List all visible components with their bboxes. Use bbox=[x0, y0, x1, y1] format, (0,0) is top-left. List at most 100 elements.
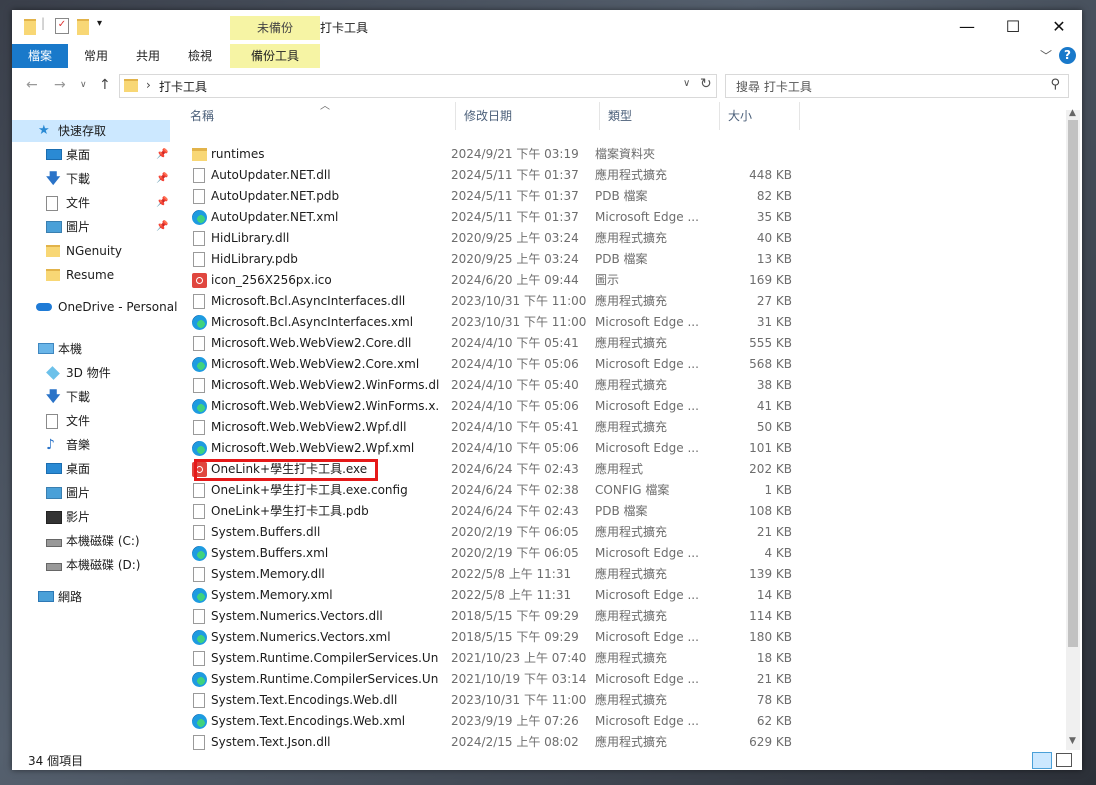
tab-view[interactable]: 檢視 bbox=[176, 44, 224, 68]
minimize-button[interactable]: — bbox=[944, 10, 990, 44]
search-icon[interactable]: ⚲ bbox=[1050, 77, 1060, 92]
file-row[interactable]: Microsoft.Web.WebView2.WinForms.x... 2024… bbox=[182, 396, 1062, 417]
scrollbar-thumb[interactable] bbox=[1068, 120, 1078, 647]
file-row[interactable]: System.Numerics.Vectors.xml 2018/5/15 下午 … bbox=[182, 627, 1062, 648]
file-row[interactable]: icon_256X256px.ico 2024/6/20 上午 09:44 圖示 16… bbox=[182, 270, 1062, 291]
sidebar-item-quick-5[interactable]: Resume bbox=[12, 264, 170, 286]
column-header-name[interactable]: 名稱 ︿ bbox=[182, 102, 456, 130]
sidebar-item-this-pc[interactable]: 本機 bbox=[12, 338, 170, 360]
sidebar-item-pc-8[interactable]: 本機磁碟 (D:) bbox=[12, 554, 170, 576]
scroll-up-icon[interactable]: ▲ bbox=[1069, 108, 1076, 118]
new-folder-icon[interactable] bbox=[77, 19, 89, 35]
file-row[interactable]: System.Numerics.Vectors.dll 2018/5/15 下午 … bbox=[182, 606, 1062, 627]
refresh-icon[interactable]: ↻ bbox=[700, 76, 712, 92]
expand-ribbon-icon[interactable]: ﹀ bbox=[1040, 47, 1052, 64]
file-row[interactable]: HidLibrary.pdb 2020/9/25 上午 03:24 PDB 檔案 13… bbox=[182, 249, 1062, 270]
file-row[interactable]: Microsoft.Web.WebView2.Wpf.dll 2024/4/10 … bbox=[182, 417, 1062, 438]
file-row[interactable]: System.Memory.dll 2022/5/8 上午 11:31 應用程式擴充… bbox=[182, 564, 1062, 585]
file-row[interactable]: System.Text.Encodings.Web.xml 2023/9/19 上… bbox=[182, 711, 1062, 732]
sidebar-item-quick-0[interactable]: 桌面 📌 bbox=[12, 144, 170, 166]
sidebar-item-quick-2[interactable]: 文件 📌 bbox=[12, 192, 170, 214]
sidebar-item-onedrive[interactable]: OneDrive - Personal bbox=[12, 296, 177, 318]
tab-share[interactable]: 共用 bbox=[124, 44, 172, 68]
file-row[interactable]: Microsoft.Bcl.AsyncInterfaces.xml 2023/10… bbox=[182, 312, 1062, 333]
file-type: 應用程式 bbox=[595, 462, 644, 476]
close-button[interactable]: ✕ bbox=[1036, 10, 1082, 44]
help-icon[interactable]: ? bbox=[1059, 47, 1076, 64]
file-size: 31 KB bbox=[756, 315, 792, 329]
up-arrow-icon[interactable]: ↑ bbox=[99, 77, 111, 93]
file-row[interactable]: System.Buffers.dll 2020/2/19 下午 06:05 應用程式… bbox=[182, 522, 1062, 543]
file-size: 139 KB bbox=[749, 567, 792, 581]
file-row[interactable]: System.Text.Json.dll 2024/2/15 上午 08:02 應用… bbox=[182, 732, 1062, 750]
sidebar-item-quick-4[interactable]: NGenuity bbox=[12, 240, 170, 262]
sidebar-item-pc-5[interactable]: 圖片 bbox=[12, 482, 170, 504]
quick-access-folder-icon[interactable] bbox=[24, 19, 36, 35]
column-header-label: 名稱 bbox=[190, 109, 215, 123]
address-bar[interactable]: › 打卡工具 ∨ ↻ bbox=[119, 74, 717, 98]
edge-document-icon bbox=[192, 357, 207, 372]
search-input[interactable]: 搜尋 打卡工具 ⚲ bbox=[725, 74, 1069, 98]
column-header-type[interactable]: 類型 bbox=[600, 102, 720, 130]
file-row[interactable]: OneLink+學生打卡工具.exe.config 2024/6/24 下午 02… bbox=[182, 480, 1062, 501]
file-row[interactable]: Microsoft.Web.WebView2.Core.xml 2024/4/10… bbox=[182, 354, 1062, 375]
breadcrumb-chevron-icon[interactable]: › bbox=[146, 78, 151, 92]
large-icons-view-icon[interactable] bbox=[1056, 753, 1072, 767]
file-row[interactable]: AutoUpdater.NET.dll 2024/5/11 下午 01:37 應用程… bbox=[182, 165, 1062, 186]
sidebar-item-quick-access[interactable]: ★ 快速存取 bbox=[12, 120, 170, 142]
file-row[interactable]: System.Runtime.CompilerServices.Uns... 20… bbox=[182, 669, 1062, 690]
file-size: 4 KB bbox=[764, 546, 792, 560]
tab-home[interactable]: 常用 bbox=[72, 44, 120, 68]
sidebar-item-network[interactable]: 網路 bbox=[12, 586, 170, 608]
file-type: 應用程式擴充 bbox=[595, 336, 668, 350]
sidebar-item-pc-4[interactable]: 桌面 bbox=[12, 458, 170, 480]
pin-icon[interactable]: 📌 bbox=[156, 216, 168, 238]
sidebar-item-pc-7[interactable]: 本機磁碟 (C:) bbox=[12, 530, 170, 552]
details-view-icon[interactable] bbox=[1032, 752, 1052, 769]
file-size: 108 KB bbox=[749, 504, 792, 518]
properties-icon[interactable]: ✓ bbox=[55, 18, 69, 34]
breadcrumb[interactable]: 打卡工具 bbox=[159, 78, 207, 95]
file-row[interactable]: Microsoft.Web.WebView2.WinForms.dll 2024/… bbox=[182, 375, 1062, 396]
pin-icon[interactable]: 📌 bbox=[156, 144, 168, 166]
file-row[interactable]: System.Buffers.xml 2020/2/19 下午 06:05 Micr… bbox=[182, 543, 1062, 564]
file-type: 應用程式擴充 bbox=[595, 378, 668, 392]
file-row[interactable]: Microsoft.Bcl.AsyncInterfaces.dll 2023/10… bbox=[182, 291, 1062, 312]
file-row[interactable]: HidLibrary.dll 2020/9/25 上午 03:24 應用程式擴充 40… bbox=[182, 228, 1062, 249]
address-dropdown-icon[interactable]: ∨ bbox=[683, 78, 690, 89]
vertical-scrollbar[interactable]: ▲ ▼ bbox=[1066, 108, 1080, 750]
file-row[interactable]: System.Memory.xml 2022/5/8 上午 11:31 Micros… bbox=[182, 585, 1062, 606]
recent-locations-icon[interactable]: ∨ bbox=[80, 80, 87, 90]
file-row[interactable]: System.Text.Encodings.Web.dll 2023/10/31 … bbox=[182, 690, 1062, 711]
pin-icon[interactable]: 📌 bbox=[156, 192, 168, 214]
file-name: Microsoft.Web.WebView2.Wpf.xml bbox=[211, 441, 415, 455]
customize-dropdown-icon[interactable]: ▾ bbox=[97, 18, 102, 36]
network-icon bbox=[38, 591, 54, 602]
sidebar-item-label: 圖片 bbox=[66, 486, 91, 500]
forward-arrow-icon[interactable]: → bbox=[54, 77, 66, 93]
file-size: 82 KB bbox=[756, 189, 792, 203]
column-header-size[interactable]: 大小 bbox=[720, 102, 800, 130]
tab-file[interactable]: 檔案 bbox=[12, 44, 68, 68]
file-row[interactable]: OneLink+學生打卡工具.pdb 2024/6/24 下午 02:43 PDB … bbox=[182, 501, 1062, 522]
pin-icon[interactable]: 📌 bbox=[156, 168, 168, 190]
sidebar-item-pc-1[interactable]: 🡇 下載 bbox=[12, 386, 170, 408]
file-date: 2023/10/31 下午 11:00 bbox=[451, 294, 587, 308]
file-row[interactable]: AutoUpdater.NET.xml 2024/5/11 下午 01:37 Mic… bbox=[182, 207, 1062, 228]
back-arrow-icon[interactable]: ← bbox=[26, 77, 38, 93]
sidebar-item-pc-0[interactable]: 3D 物件 bbox=[12, 362, 170, 384]
file-row[interactable]: System.Runtime.CompilerServices.Uns... 20… bbox=[182, 648, 1062, 669]
sidebar-item-quick-1[interactable]: 🡇 下載 📌 bbox=[12, 168, 170, 190]
sidebar-item-pc-3[interactable]: ♪ 音樂 bbox=[12, 434, 170, 456]
sidebar-item-pc-6[interactable]: 影片 bbox=[12, 506, 170, 528]
tab-backup-tools[interactable]: 備份工具 bbox=[230, 44, 320, 68]
column-header-date[interactable]: 修改日期 bbox=[456, 102, 600, 130]
file-row[interactable]: runtimes 2024/9/21 下午 03:19 檔案資料夾 bbox=[182, 144, 1062, 165]
file-row[interactable]: Microsoft.Web.WebView2.Core.dll 2024/4/10… bbox=[182, 333, 1062, 354]
scroll-down-icon[interactable]: ▼ bbox=[1069, 736, 1076, 746]
sidebar-item-pc-2[interactable]: 文件 bbox=[12, 410, 170, 432]
sidebar-item-quick-3[interactable]: 圖片 📌 bbox=[12, 216, 170, 238]
maximize-button[interactable]: ☐ bbox=[990, 10, 1036, 44]
file-row[interactable]: AutoUpdater.NET.pdb 2024/5/11 下午 01:37 PDB… bbox=[182, 186, 1062, 207]
file-row[interactable]: Microsoft.Web.WebView2.Wpf.xml 2024/4/10 … bbox=[182, 438, 1062, 459]
